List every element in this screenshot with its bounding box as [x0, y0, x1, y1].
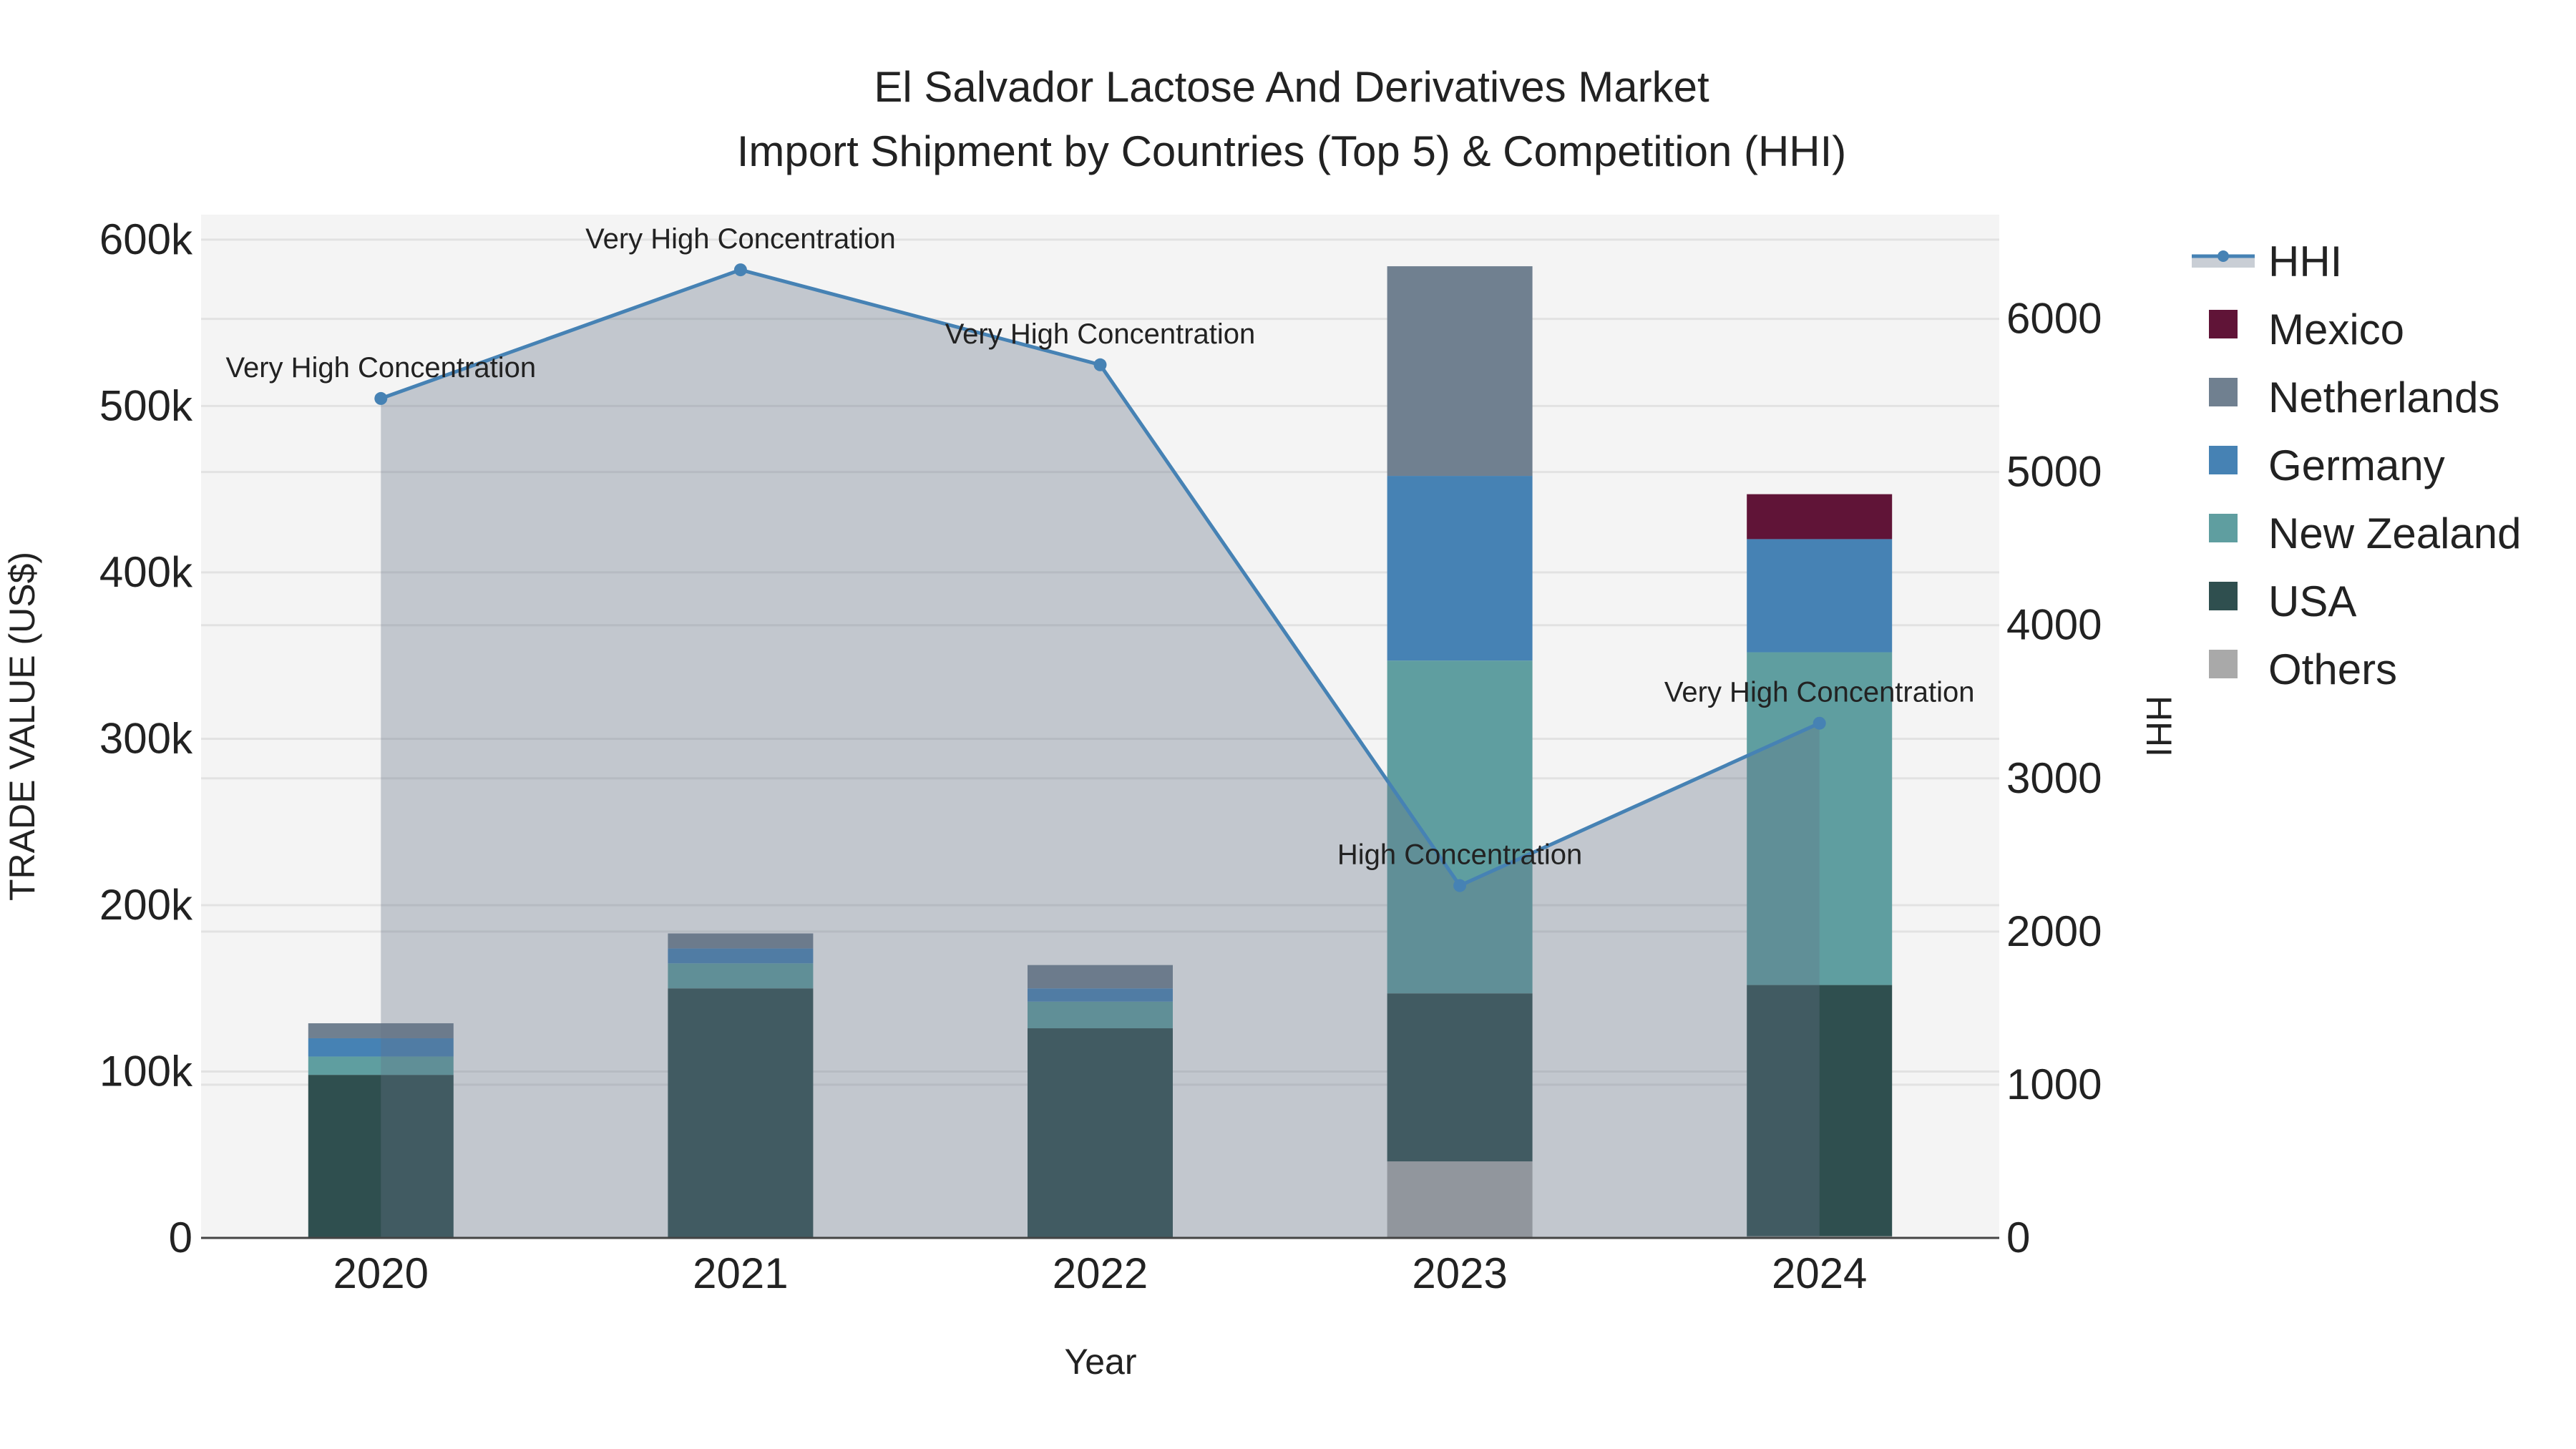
y2-axis-title: HHI — [2139, 696, 2179, 757]
x-tick-label: 2021 — [693, 1249, 788, 1297]
legend-swatch-netherlands — [2209, 378, 2238, 406]
legend-label-mexico[interactable]: Mexico — [2268, 306, 2404, 353]
legend-swatch-new-zealand — [2209, 514, 2238, 542]
x-tick-label: 2023 — [1412, 1249, 1507, 1297]
hhi-point-2020[interactable] — [374, 391, 388, 405]
y-tick-label: 600k — [99, 215, 193, 263]
hhi-annotation: Very High Concentration — [1664, 677, 1975, 708]
x-axis-title: Year — [1064, 1342, 1136, 1382]
legend-hhi-marker-icon — [2218, 250, 2229, 262]
legend-swatch-germany — [2209, 446, 2238, 474]
y-tick-label: 100k — [99, 1047, 193, 1095]
chart-title-line1: El Salvador Lactose And Derivatives Mark… — [874, 63, 1709, 111]
legend-swatch-others — [2209, 650, 2238, 678]
chart: Very High Concentration Very High Concent… — [0, 0, 2576, 1449]
bar-germany-2024[interactable] — [1747, 539, 1893, 653]
bar-netherlands-2023[interactable] — [1387, 266, 1533, 477]
legend-swatch-usa — [2209, 582, 2238, 610]
y-tick-label: 0 — [169, 1214, 192, 1262]
hhi-point-2021[interactable] — [733, 263, 747, 277]
y2-tick-label: 2000 — [2006, 907, 2102, 955]
hhi-annotation: Very High Concentration — [585, 223, 896, 255]
x-tick-label: 2022 — [1053, 1249, 1148, 1297]
chart-title-line2: Import Shipment by Countries (Top 5) & C… — [737, 127, 1847, 175]
hhi-point-2024[interactable] — [1813, 716, 1826, 730]
y2-tick-label: 3000 — [2006, 754, 2102, 802]
y2-tick-label: 0 — [2006, 1214, 2030, 1262]
hhi-point-2022[interactable] — [1093, 358, 1107, 371]
hhi-point-2023[interactable] — [1453, 879, 1467, 892]
y2-tick-label: 4000 — [2006, 601, 2102, 649]
x-tick-label: 2024 — [1772, 1249, 1867, 1297]
legend-label-others[interactable]: Others — [2268, 645, 2397, 693]
y2-tick-label: 6000 — [2006, 295, 2102, 343]
legend-label-germany[interactable]: Germany — [2268, 441, 2445, 489]
legend-label-netherlands[interactable]: Netherlands — [2268, 374, 2500, 421]
y-tick-label: 300k — [99, 714, 193, 762]
hhi-annotation: Very High Concentration — [945, 318, 1256, 350]
bar-mexico-2024[interactable] — [1747, 494, 1893, 540]
y-tick-label: 400k — [99, 548, 193, 596]
y-tick-label: 200k — [99, 881, 193, 929]
y-axis-title: TRADE VALUE (US$) — [2, 552, 42, 901]
hhi-annotation: High Concentration — [1337, 839, 1582, 871]
legend-label-usa[interactable]: USA — [2268, 577, 2356, 625]
y2-tick-label: 5000 — [2006, 448, 2102, 496]
x-tick-label: 2020 — [333, 1249, 429, 1297]
y-tick-label: 500k — [99, 381, 193, 429]
bar-germany-2023[interactable] — [1387, 476, 1533, 661]
y2-tick-label: 1000 — [2006, 1060, 2102, 1108]
legend-swatch-mexico — [2209, 310, 2238, 338]
legend-label-hhi[interactable]: HHI — [2268, 238, 2342, 286]
legend-label-new-zealand[interactable]: New Zealand — [2268, 509, 2522, 557]
hhi-annotation: Very High Concentration — [226, 352, 537, 384]
